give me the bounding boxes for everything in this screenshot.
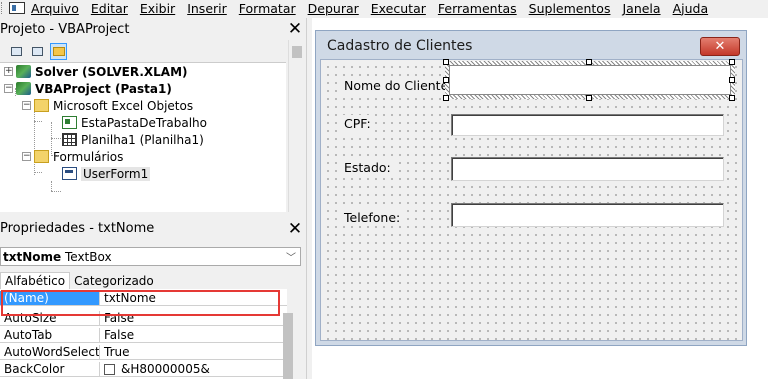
worksheet-icon <box>62 133 77 146</box>
folder-icon <box>34 99 49 112</box>
tree-node-vbaproject[interactable]: − VBAProject (Pasta1) <box>4 80 172 97</box>
color-swatch <box>104 363 115 375</box>
resize-handle[interactable] <box>729 59 735 65</box>
textbox-estado[interactable] <box>451 157 724 181</box>
close-button[interactable]: ✕ <box>700 36 740 56</box>
tab-alfabetico[interactable]: Alfabético <box>0 272 71 289</box>
tree-node-sheet[interactable]: Planilha1 (Planilha1) <box>62 131 204 148</box>
menu-suplementos[interactable]: Suplementos <box>529 1 611 16</box>
collapse-icon[interactable]: − <box>4 84 13 93</box>
menu-arquivo[interactable]: Arquivo <box>31 1 79 16</box>
property-value[interactable]: False <box>100 328 287 343</box>
property-name: BackColor <box>0 362 100 377</box>
toolbar-grip[interactable] <box>1 2 7 14</box>
tree-node-label: Formulários <box>53 149 124 164</box>
property-row[interactable]: AutoTab False <box>0 328 287 343</box>
resize-handle[interactable] <box>443 95 449 101</box>
project-explorer-header: Projeto - VBAProject ✕ <box>0 18 306 40</box>
name-property-highlight <box>1 290 280 316</box>
property-value[interactable]: True <box>100 345 287 360</box>
menu-executar[interactable]: Executar <box>371 1 426 16</box>
tree-node-label: Microsoft Excel Objetos <box>53 98 194 113</box>
view-object-button[interactable] <box>29 43 46 60</box>
project-toolbar <box>0 40 306 62</box>
label-telefone[interactable]: Telefone: <box>342 209 403 226</box>
textbox-nome[interactable] <box>445 61 735 99</box>
properties-tabs: Alfabético Categorizado <box>0 270 306 289</box>
resize-handle[interactable] <box>443 59 449 65</box>
collapse-icon[interactable]: − <box>22 152 31 161</box>
object-selector-value: txtNome TextBox <box>3 249 112 264</box>
menu-ferramentas[interactable]: Ferramentas <box>438 1 517 16</box>
tree-node-label: Solver (SOLVER.XLAM) <box>35 64 188 79</box>
menu-formatar[interactable]: Formatar <box>239 1 296 16</box>
menu-depurar[interactable]: Depurar <box>308 1 359 16</box>
property-value-text: &H80000005& <box>121 362 210 376</box>
project-explorer-title: Projeto - VBAProject <box>0 21 130 37</box>
userform-caption: Cadastro de Clientes <box>327 38 473 54</box>
project-tree: + Solver (SOLVER.XLAM) − VBAProject (Pas… <box>0 62 286 212</box>
pane-splitter[interactable] <box>306 18 310 379</box>
resize-handle[interactable] <box>586 95 592 101</box>
chevron-down-icon[interactable]: ﹀ <box>286 249 296 264</box>
resize-handle[interactable] <box>586 59 592 65</box>
excel-view-icon[interactable] <box>9 2 25 14</box>
expand-icon[interactable]: + <box>4 67 13 76</box>
label-cpf[interactable]: CPF: <box>342 115 373 132</box>
tree-node-userform[interactable]: UserForm1 <box>62 165 151 182</box>
property-row[interactable]: BackColor &H80000005& <box>0 362 287 377</box>
userform-canvas[interactable]: Nome do Cliente: CPF: Estado: Telefone: <box>320 59 743 341</box>
collapse-icon[interactable]: − <box>22 101 31 110</box>
menu-janela[interactable]: Janela <box>622 1 660 16</box>
property-name: AutoTab <box>0 328 100 343</box>
resize-handle[interactable] <box>443 77 449 83</box>
close-icon[interactable]: ✕ <box>286 21 304 38</box>
textbox-cpf[interactable] <box>451 114 724 136</box>
tree-node-workbook[interactable]: EstaPastaDeTrabalho <box>62 114 207 131</box>
tree-node-label: UserForm1 <box>81 166 151 181</box>
folder-icon <box>52 46 65 56</box>
workbook-icon <box>62 116 77 129</box>
tab-categorizado[interactable]: Categorizado <box>70 273 158 289</box>
toggle-folders-button[interactable] <box>50 42 67 60</box>
view-code-button[interactable] <box>8 43 25 60</box>
object-selector[interactable]: txtNome TextBox ﹀ <box>0 247 301 266</box>
close-icon: ✕ <box>714 38 726 54</box>
tree-node-solver[interactable]: + Solver (SOLVER.XLAM) <box>4 63 188 80</box>
menu-bar: Arquivo Editar Exibir Inserir Formatar D… <box>0 0 768 16</box>
folder-icon <box>34 150 49 163</box>
resize-handle[interactable] <box>729 77 735 83</box>
property-name: AutoWordSelect <box>0 345 100 360</box>
menu-exibir[interactable]: Exibir <box>140 1 175 16</box>
properties-header: Propriedades - txtNome ✕ <box>0 216 306 241</box>
resize-handle[interactable] <box>729 95 735 101</box>
properties-scrollbar[interactable] <box>283 313 293 379</box>
userform-icon <box>62 167 77 180</box>
close-icon[interactable]: ✕ <box>286 220 304 237</box>
vba-project-icon <box>16 82 31 95</box>
project-scrollbar[interactable] <box>288 40 305 212</box>
textbox-nome-field[interactable] <box>449 65 731 95</box>
menu-inserir[interactable]: Inserir <box>187 1 227 16</box>
code-icon <box>11 46 22 56</box>
userform-titlebar[interactable]: Cadastro de Clientes ✕ <box>320 34 744 58</box>
tree-node-label: EstaPastaDeTrabalho <box>81 115 207 130</box>
property-row[interactable]: AutoWordSelect True <box>0 345 287 360</box>
label-nome[interactable]: Nome do Cliente: <box>342 77 455 94</box>
menu-editar[interactable]: Editar <box>91 1 128 16</box>
tree-node-forms[interactable]: − Formulários <box>22 148 123 165</box>
property-value[interactable]: &H80000005& <box>100 362 287 377</box>
tree-node-label: VBAProject (Pasta1) <box>35 81 172 96</box>
label-estado[interactable]: Estado: <box>342 159 393 176</box>
vba-project-icon <box>16 65 31 78</box>
properties-title: Propriedades - txtNome <box>0 221 155 236</box>
tree-node-excel-objects[interactable]: − Microsoft Excel Objetos <box>22 97 193 114</box>
scroll-thumb[interactable] <box>292 46 302 58</box>
form-icon <box>32 46 43 56</box>
menu-ajuda[interactable]: Ajuda <box>673 1 709 16</box>
tree-node-label: Planilha1 (Planilha1) <box>81 132 204 147</box>
textbox-telefone[interactable] <box>451 203 724 227</box>
